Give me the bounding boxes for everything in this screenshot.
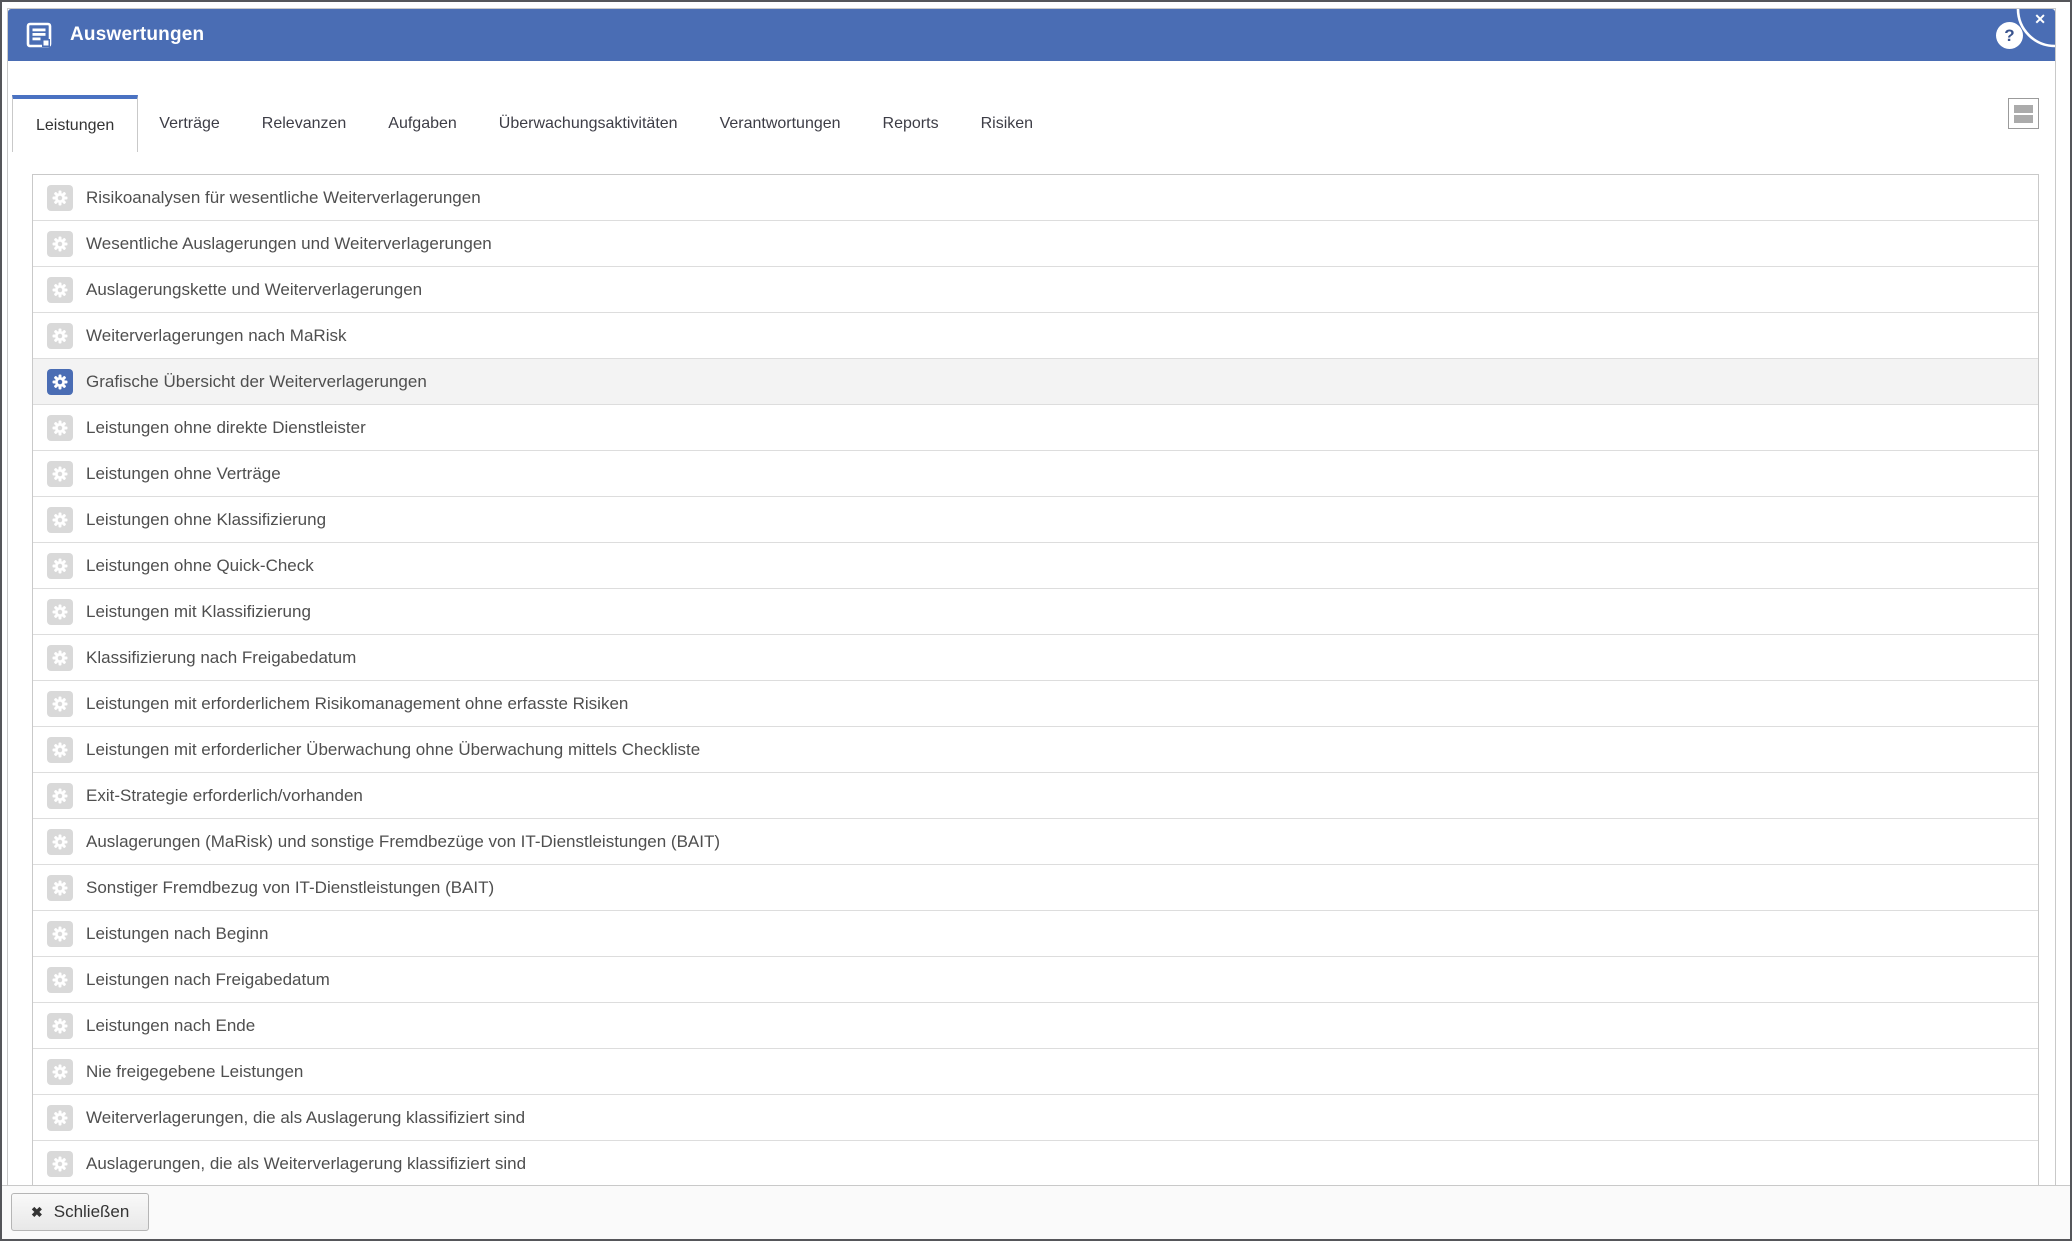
list-view-bar bbox=[2014, 115, 2033, 123]
gear-icon bbox=[47, 1105, 73, 1131]
list-item[interactable]: Leistungen ohne Verträge bbox=[33, 450, 2038, 496]
close-x-icon: ✖ bbox=[31, 1205, 43, 1219]
list-item[interactable]: Weiterverlagerungen nach MaRisk bbox=[33, 312, 2038, 358]
list-item[interactable]: Nie freigegebene Leistungen bbox=[33, 1048, 2038, 1094]
list-item-label: Auslagerungen, die als Weiterverlagerung… bbox=[86, 1154, 526, 1174]
auswertungen-window: Auswertungen ? ✕ Leistungen Verträge Rel… bbox=[0, 0, 2072, 1241]
list-item-label: Leistungen mit Klassifizierung bbox=[86, 602, 311, 622]
list-item-label: Exit-Strategie erforderlich/vorhanden bbox=[86, 786, 363, 806]
list-item[interactable]: Auslagerungen (MaRisk) und sonstige Frem… bbox=[33, 818, 2038, 864]
tab-leistungen[interactable]: Leistungen bbox=[12, 95, 138, 152]
list-item-label: Leistungen ohne Klassifizierung bbox=[86, 510, 326, 530]
gear-icon bbox=[47, 1151, 73, 1177]
tab-relevanzen[interactable]: Relevanzen bbox=[241, 95, 368, 152]
schliessen-button[interactable]: ✖ Schließen bbox=[11, 1193, 149, 1231]
gear-icon bbox=[47, 737, 73, 763]
gear-icon bbox=[47, 231, 73, 257]
list-item[interactable]: Auslagerungen, die als Weiterverlagerung… bbox=[33, 1140, 2038, 1186]
gear-icon bbox=[47, 967, 73, 993]
list-item-label: Leistungen mit erforderlicher Überwachun… bbox=[86, 740, 700, 760]
list-item[interactable]: Leistungen ohne Klassifizierung bbox=[33, 496, 2038, 542]
gear-icon bbox=[47, 1059, 73, 1085]
gear-icon bbox=[47, 415, 73, 441]
dialog-panel: Auswertungen ? ✕ Leistungen Verträge Rel… bbox=[7, 8, 2056, 1185]
list-item[interactable]: Sonstiger Fremdbezug von IT-Dienstleistu… bbox=[33, 864, 2038, 910]
tab-label: Risiken bbox=[981, 115, 1033, 133]
tab-risiken[interactable]: Risiken bbox=[960, 95, 1054, 152]
list-item-label: Sonstiger Fremdbezug von IT-Dienstleistu… bbox=[86, 878, 494, 898]
tab-bar: Leistungen Verträge Relevanzen Aufgaben … bbox=[12, 95, 2047, 152]
list-item-label: Leistungen mit erforderlichem Risikomana… bbox=[86, 694, 628, 714]
list-item[interactable]: Exit-Strategie erforderlich/vorhanden bbox=[33, 772, 2038, 818]
list-item[interactable]: Leistungen mit Klassifizierung bbox=[33, 588, 2038, 634]
list-item[interactable]: Weiterverlagerungen, die als Auslagerung… bbox=[33, 1094, 2038, 1140]
gear-icon bbox=[47, 783, 73, 809]
footer-bar: ✖ Schließen bbox=[2, 1185, 2070, 1239]
gear-icon bbox=[47, 277, 73, 303]
close-window-button[interactable]: ✕ bbox=[2009, 9, 2055, 49]
list-view-bar bbox=[2014, 105, 2033, 113]
list-item[interactable]: Leistungen ohne Quick-Check bbox=[33, 542, 2038, 588]
gear-icon bbox=[47, 645, 73, 671]
tab-label: Überwachungsaktivitäten bbox=[499, 115, 678, 133]
tab-label: Leistungen bbox=[36, 117, 114, 135]
list-item-label: Leistungen nach Beginn bbox=[86, 924, 268, 944]
tab-label: Verantwortungen bbox=[720, 115, 841, 133]
list-item[interactable]: Leistungen nach Beginn bbox=[33, 910, 2038, 956]
list-item[interactable]: Leistungen mit erforderlichem Risikomana… bbox=[33, 680, 2038, 726]
list-item-label: Leistungen nach Freigabedatum bbox=[86, 970, 330, 990]
list-item-label: Klassifizierung nach Freigabedatum bbox=[86, 648, 356, 668]
gear-icon bbox=[47, 921, 73, 947]
corner-arc bbox=[2009, 9, 2055, 49]
list-item-label: Weiterverlagerungen, die als Auslagerung… bbox=[86, 1108, 525, 1128]
list-item-label: Risikoanalysen für wesentliche Weiterver… bbox=[86, 188, 481, 208]
tab-aufgaben[interactable]: Aufgaben bbox=[367, 95, 478, 152]
list-item-label: Weiterverlagerungen nach MaRisk bbox=[86, 326, 346, 346]
list-item-label: Wesentliche Auslagerungen und Weiterverl… bbox=[86, 234, 492, 254]
gear-icon bbox=[47, 691, 73, 717]
list-item[interactable]: Risikoanalysen für wesentliche Weiterver… bbox=[33, 175, 2038, 220]
gear-icon bbox=[47, 553, 73, 579]
gear-icon bbox=[47, 369, 73, 395]
tab-reports[interactable]: Reports bbox=[862, 95, 960, 152]
gear-icon bbox=[47, 599, 73, 625]
list-view-icon[interactable] bbox=[2008, 98, 2039, 129]
list-item[interactable]: Leistungen nach Ende bbox=[33, 1002, 2038, 1048]
list-item[interactable]: Leistungen mit erforderlicher Überwachun… bbox=[33, 726, 2038, 772]
gear-icon bbox=[47, 323, 73, 349]
tab-verantwortungen[interactable]: Verantwortungen bbox=[699, 95, 862, 152]
gear-icon bbox=[47, 875, 73, 901]
list-item[interactable]: Auslagerungskette und Weiterverlagerunge… bbox=[33, 266, 2038, 312]
list-item[interactable]: Wesentliche Auslagerungen und Weiterverl… bbox=[33, 220, 2038, 266]
report-icon bbox=[26, 22, 52, 48]
gear-icon bbox=[47, 829, 73, 855]
list-item[interactable]: Leistungen ohne direkte Dienstleister bbox=[33, 404, 2038, 450]
close-icon: ✕ bbox=[2034, 12, 2046, 26]
gear-icon bbox=[47, 1013, 73, 1039]
gear-icon bbox=[47, 507, 73, 533]
tab-label: Verträge bbox=[159, 115, 219, 133]
list-item[interactable]: Klassifizierung nach Freigabedatum bbox=[33, 634, 2038, 680]
tab-label: Aufgaben bbox=[388, 115, 457, 133]
gear-icon bbox=[47, 461, 73, 487]
list-item-label: Auslagerungskette und Weiterverlagerunge… bbox=[86, 280, 422, 300]
titlebar: Auswertungen ? ✕ bbox=[8, 9, 2055, 61]
tab-ueberwachungsaktivitaeten[interactable]: Überwachungsaktivitäten bbox=[478, 95, 699, 152]
list-item[interactable]: Leistungen nach Freigabedatum bbox=[33, 956, 2038, 1002]
list-item-label: Grafische Übersicht der Weiterverlagerun… bbox=[86, 372, 427, 392]
gear-icon bbox=[47, 185, 73, 211]
list-item-label: Auslagerungen (MaRisk) und sonstige Frem… bbox=[86, 832, 720, 852]
tab-vertraege[interactable]: Verträge bbox=[138, 95, 240, 152]
list-item-selected[interactable]: Grafische Übersicht der Weiterverlagerun… bbox=[33, 358, 2038, 404]
list-item-label: Leistungen ohne Quick-Check bbox=[86, 556, 314, 576]
list-item-label: Nie freigegebene Leistungen bbox=[86, 1062, 303, 1082]
report-list: Risikoanalysen für wesentliche Weiterver… bbox=[32, 174, 2039, 1187]
list-item-label: Leistungen nach Ende bbox=[86, 1016, 255, 1036]
list-item-label: Leistungen ohne direkte Dienstleister bbox=[86, 418, 366, 438]
list-item-label: Leistungen ohne Verträge bbox=[86, 464, 281, 484]
tab-label: Relevanzen bbox=[262, 115, 347, 133]
window-title: Auswertungen bbox=[70, 24, 204, 46]
tab-label: Reports bbox=[883, 115, 939, 133]
schliessen-button-label: Schließen bbox=[54, 1202, 130, 1222]
